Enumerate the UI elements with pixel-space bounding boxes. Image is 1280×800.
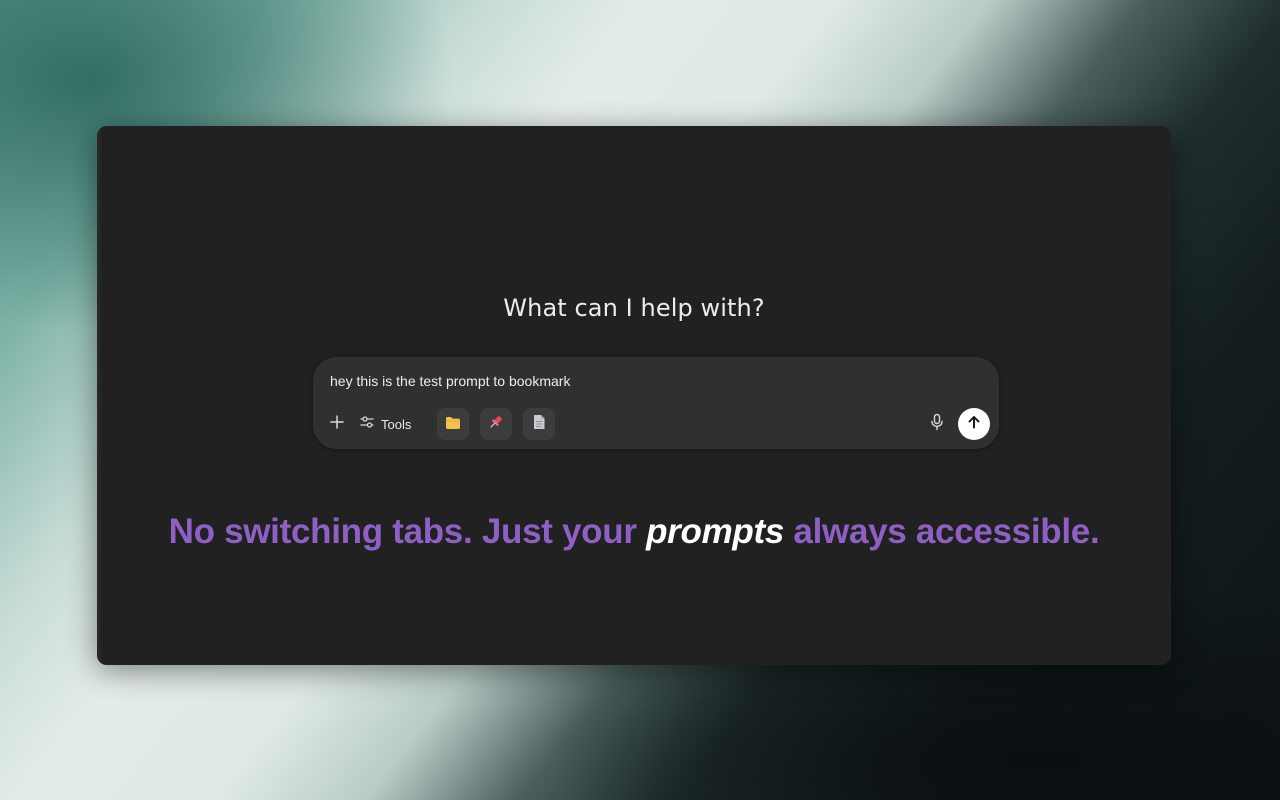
document-button[interactable] xyxy=(523,408,555,440)
tagline-part-1: No switching tabs. Just your xyxy=(168,512,647,551)
tools-button[interactable]: Tools xyxy=(359,408,411,440)
send-button[interactable] xyxy=(958,408,990,440)
pin-button[interactable] xyxy=(480,408,512,440)
sliders-icon xyxy=(359,414,375,434)
window-edge xyxy=(97,126,105,665)
tools-label: Tools xyxy=(381,416,412,432)
promo-tagline: No switching tabs. Just your prompts alw… xyxy=(97,512,1171,552)
add-attachment-button[interactable] xyxy=(325,408,349,440)
page-title: What can I help with? xyxy=(503,294,765,322)
plus-icon xyxy=(329,414,345,434)
microphone-icon xyxy=(930,413,944,435)
composer-toolbar: Tools xyxy=(325,408,411,440)
voice-input-button[interactable] xyxy=(925,410,949,438)
chat-window: What can I help with? hey this is the te… xyxy=(97,126,1171,665)
folder-button[interactable] xyxy=(437,408,469,440)
document-icon xyxy=(532,414,546,434)
pin-icon xyxy=(488,414,504,434)
tagline-part-2: always accessible. xyxy=(784,512,1100,551)
arrow-up-icon xyxy=(966,414,982,434)
tagline-emphasis: prompts xyxy=(646,512,784,551)
prompt-input[interactable]: hey this is the test prompt to bookmark xyxy=(330,373,570,389)
folder-icon xyxy=(445,415,461,434)
prompt-composer[interactable]: hey this is the test prompt to bookmark xyxy=(313,357,999,449)
